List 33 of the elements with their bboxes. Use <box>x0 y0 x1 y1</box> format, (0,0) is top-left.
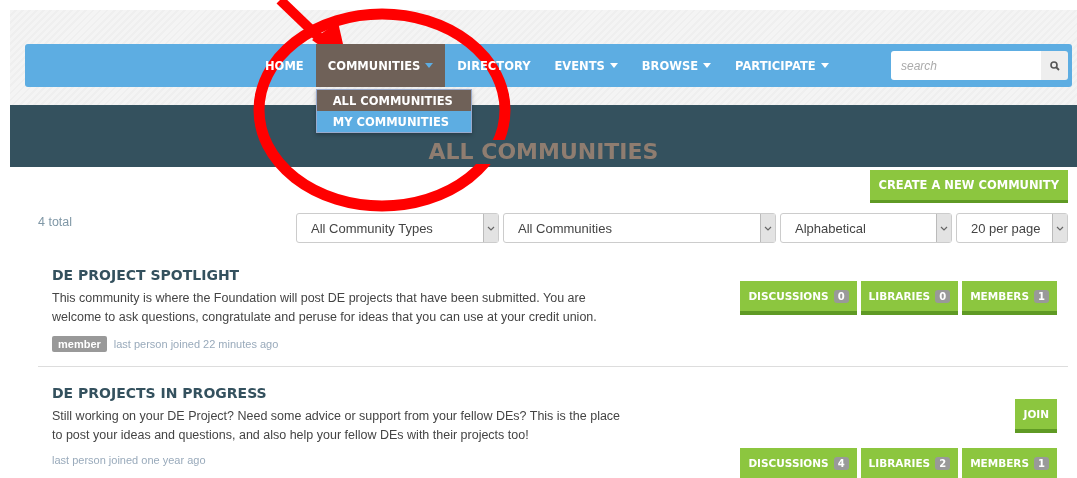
chevron-icon <box>487 225 495 231</box>
community-title[interactable]: DE PROJECTS IN PROGRESS <box>52 385 741 401</box>
stat-button[interactable]: DISCUSSIONS 0 <box>740 281 857 315</box>
last-joined-text: last person joined 22 minutes ago <box>113 338 279 350</box>
member-badge: member <box>52 336 107 352</box>
community-description: Still working on your DE Project? Need some advice or support from your fellow DEs? This is the place to post your ideas and questions, and also help your fellow DEs with their projects too! <box>52 408 622 444</box>
menu-item[interactable]: MY COMMUNITIES <box>316 111 471 132</box>
community-description: This community is where the Foundation will post DE projects that have been submitted. You are welcome to ask questions, congratulate and peruse for ideas that you can use at your credit union. <box>52 290 598 326</box>
stat-button[interactable]: DISCUSSIONS 4 <box>740 448 857 478</box>
search-button[interactable] <box>1041 51 1068 80</box>
nav-item[interactable]: PARTICIPATE <box>723 44 841 87</box>
join-button[interactable]: JOIN <box>1015 399 1057 433</box>
nav-item[interactable]: BROWSE <box>629 44 724 87</box>
create-community-button[interactable]: CREATE A NEW COMMUNITY <box>869 170 1068 203</box>
menu-item[interactable]: ALL COMMUNITIES <box>316 90 471 111</box>
chevron-icon <box>940 225 948 231</box>
last-joined-text: last person joined one year ago <box>52 454 206 466</box>
stat-button[interactable]: MEMBERS 1 <box>962 448 1057 478</box>
community-title[interactable]: DE PROJECT SPOTLIGHT <box>52 267 741 283</box>
nav-item[interactable]: COMMUNITIES <box>315 44 446 87</box>
total-count: 4 total <box>38 215 73 229</box>
chevron-icon <box>764 225 772 231</box>
stat-button[interactable]: LIBRARIES 0 <box>860 281 959 315</box>
search-field[interactable]: search <box>891 51 1041 80</box>
filter-select[interactable]: All Community Types <box>296 213 499 243</box>
chevron-icon <box>1056 225 1064 231</box>
stat-button[interactable]: LIBRARIES 2 <box>860 448 959 478</box>
stat-button[interactable]: MEMBERS 1 <box>962 281 1057 315</box>
filter-select[interactable]: Alphabetical <box>780 213 952 243</box>
filter-select[interactable]: All Communities <box>503 213 776 243</box>
search-icon <box>1049 60 1060 71</box>
filter-select[interactable]: 20 per page <box>956 213 1068 243</box>
nav-item[interactable]: EVENTS <box>542 44 630 87</box>
